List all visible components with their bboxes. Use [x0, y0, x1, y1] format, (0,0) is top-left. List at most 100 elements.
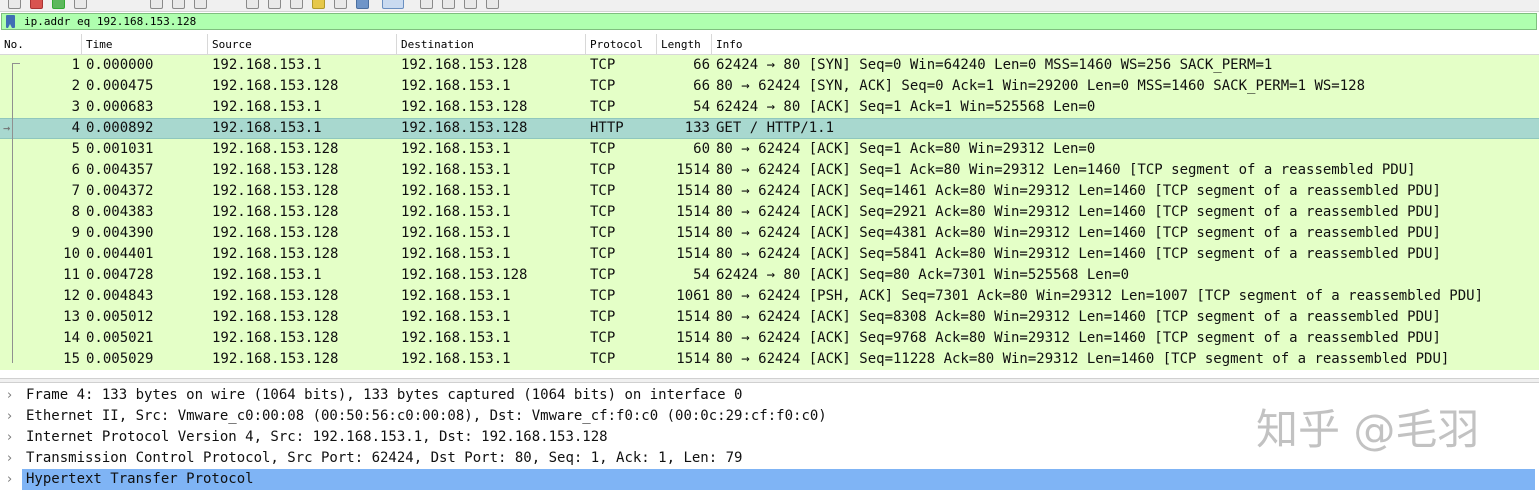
go-to-packet-icon[interactable]: [290, 0, 303, 9]
packet-length: 1514: [676, 225, 710, 241]
display-filter-text: ip.addr eq 192.168.153.128: [24, 15, 197, 28]
options-icon[interactable]: [74, 0, 87, 9]
packet-length: 1514: [676, 183, 710, 199]
last-packet-icon[interactable]: [334, 0, 347, 9]
packet-source: 192.168.153.128: [212, 330, 339, 346]
packet-destination: 192.168.153.128: [401, 120, 528, 136]
open-file-icon[interactable]: [150, 0, 163, 9]
chevron-right-icon[interactable]: ›: [7, 385, 19, 406]
packet-row[interactable]: 2 0.000475 192.168.153.128 192.168.153.1 TCP…: [0, 76, 1539, 97]
packet-row-selected[interactable]: → 4 0.000892 192.168.153.1 192.168.153.128 HT…: [0, 118, 1539, 139]
packet-row[interactable]: 10 0.004401 192.168.153.128 192.168.153.1 TC…: [0, 244, 1539, 265]
column-header-no[interactable]: No.: [0, 34, 82, 54]
main-toolbar: [0, 0, 1539, 12]
packet-row[interactable]: 11 0.004728 192.168.153.1 192.168.153.128 TC…: [0, 265, 1539, 286]
packet-destination: 192.168.153.1: [401, 288, 511, 304]
packet-info: 80 → 62424 [ACK] Seq=8308 Ack=80 Win=293…: [716, 309, 1441, 325]
detail-row-selected[interactable]: › Hypertext Transfer Protocol: [0, 469, 1539, 490]
packet-length: 54: [693, 267, 710, 283]
packet-length: 1514: [676, 162, 710, 178]
go-forward-icon[interactable]: [268, 0, 281, 9]
packet-list[interactable]: No. Time Source Destination Protocol Len…: [0, 34, 1539, 378]
normal-size-icon[interactable]: [464, 0, 477, 9]
packet-row[interactable]: 7 0.004372 192.168.153.128 192.168.153.1 TCP…: [0, 181, 1539, 202]
resize-columns-icon[interactable]: [486, 0, 499, 9]
packet-info: 80 → 62424 [ACK] Seq=11228 Ack=80 Win=29…: [716, 351, 1450, 367]
packet-row[interactable]: 12 0.004843 192.168.153.128 192.168.153.1 TC…: [0, 286, 1539, 307]
packet-source: 192.168.153.128: [212, 204, 339, 220]
packet-protocol: TCP: [590, 330, 616, 346]
packet-source: 192.168.153.128: [212, 162, 339, 178]
packet-row[interactable]: 3 0.000683 192.168.153.1 192.168.153.128 TCP…: [0, 97, 1539, 118]
chevron-right-icon[interactable]: ›: [7, 448, 19, 469]
packet-list-header: No. Time Source Destination Protocol Len…: [0, 34, 1539, 55]
packet-protocol: TCP: [590, 309, 616, 325]
packet-row[interactable]: 8 0.004383 192.168.153.128 192.168.153.1 TCP…: [0, 202, 1539, 223]
zoom-in-icon[interactable]: [420, 0, 433, 9]
packet-row[interactable]: 5 0.001031 192.168.153.128 192.168.153.1 TCP…: [0, 139, 1539, 160]
packet-length: 1514: [676, 204, 710, 220]
packet-source: 192.168.153.128: [212, 78, 339, 94]
packet-row[interactable]: 1 0.000000 192.168.153.1 192.168.153.128 TCP…: [0, 55, 1539, 76]
restart-capture-icon[interactable]: [52, 0, 65, 9]
packet-protocol: TCP: [590, 225, 616, 241]
packet-length: 60: [693, 141, 710, 157]
packet-length: 54: [693, 99, 710, 115]
save-file-icon[interactable]: [172, 0, 185, 9]
packet-source: 192.168.153.128: [212, 309, 339, 325]
packet-info: 80 → 62424 [ACK] Seq=1 Ack=80 Win=29312 …: [716, 162, 1416, 178]
packet-destination: 192.168.153.1: [401, 183, 511, 199]
chevron-right-icon[interactable]: ›: [7, 406, 19, 427]
zoom-out-icon[interactable]: [442, 0, 455, 9]
display-filter-input[interactable]: ip.addr eq 192.168.153.128: [1, 13, 1537, 30]
column-header-length[interactable]: Length: [657, 34, 712, 54]
packet-source: 192.168.153.128: [212, 141, 339, 157]
packet-row[interactable]: 13 0.005012 192.168.153.128 192.168.153.1 TC…: [0, 307, 1539, 328]
packet-info: 80 → 62424 [ACK] Seq=9768 Ack=80 Win=293…: [716, 330, 1441, 346]
packet-source: 192.168.153.128: [212, 246, 339, 262]
packet-source: 192.168.153.128: [212, 288, 339, 304]
packet-source: 192.168.153.1: [212, 120, 322, 136]
packet-time: 0.005021: [86, 330, 154, 346]
packet-destination: 192.168.153.1: [401, 351, 511, 367]
chevron-right-icon[interactable]: ›: [7, 427, 19, 448]
packet-row[interactable]: 6 0.004357 192.168.153.128 192.168.153.1 TCP…: [0, 160, 1539, 181]
column-header-destination[interactable]: Destination: [397, 34, 586, 54]
colorize-icon[interactable]: [382, 0, 404, 9]
toolbar-button-icon[interactable]: [8, 0, 21, 9]
packet-info: 62424 → 80 [ACK] Seq=1 Ack=1 Win=525568 …: [716, 99, 1096, 115]
packet-info: 80 → 62424 [ACK] Seq=4381 Ack=80 Win=293…: [716, 225, 1441, 241]
packet-row[interactable]: 15 0.005029 192.168.153.128 192.168.153.1 TC…: [0, 349, 1539, 370]
packet-destination: 192.168.153.1: [401, 246, 511, 262]
packet-length: 1514: [676, 309, 710, 325]
detail-row-text: Internet Protocol Version 4, Src: 192.16…: [26, 429, 608, 445]
chevron-right-icon[interactable]: ›: [7, 469, 19, 490]
close-file-icon[interactable]: [194, 0, 207, 9]
packet-length: 1514: [676, 330, 710, 346]
column-header-info[interactable]: Info: [712, 34, 1539, 54]
packet-destination: 192.168.153.1: [401, 330, 511, 346]
packet-time: 0.005029: [86, 351, 154, 367]
packet-protocol: TCP: [590, 183, 616, 199]
column-header-time[interactable]: Time: [82, 34, 208, 54]
stop-capture-icon[interactable]: [30, 0, 43, 9]
packet-protocol: TCP: [590, 162, 616, 178]
packet-length: 133: [684, 120, 710, 136]
bookmark-icon[interactable]: [6, 15, 15, 28]
packet-source: 192.168.153.128: [212, 183, 339, 199]
packet-destination: 192.168.153.1: [401, 78, 511, 94]
packet-info: 62424 → 80 [ACK] Seq=80 Ack=7301 Win=525…: [716, 267, 1130, 283]
pane-splitter[interactable]: [0, 378, 1539, 383]
display-filter-bar: ip.addr eq 192.168.153.128: [0, 12, 1539, 33]
packet-row[interactable]: 9 0.004390 192.168.153.128 192.168.153.1 TCP…: [0, 223, 1539, 244]
packet-time: 0.004383: [86, 204, 154, 220]
autoscroll-icon[interactable]: [356, 0, 369, 9]
packet-info: 80 → 62424 [PSH, ACK] Seq=7301 Ack=80 Wi…: [716, 288, 1484, 304]
go-back-icon[interactable]: [246, 0, 259, 9]
packet-row[interactable]: 14 0.005021 192.168.153.128 192.168.153.1 TC…: [0, 328, 1539, 349]
packet-protocol: TCP: [590, 246, 616, 262]
packet-destination: 192.168.153.128: [401, 57, 528, 73]
column-header-protocol[interactable]: Protocol: [586, 34, 657, 54]
column-header-source[interactable]: Source: [208, 34, 397, 54]
first-packet-icon[interactable]: [312, 0, 325, 9]
